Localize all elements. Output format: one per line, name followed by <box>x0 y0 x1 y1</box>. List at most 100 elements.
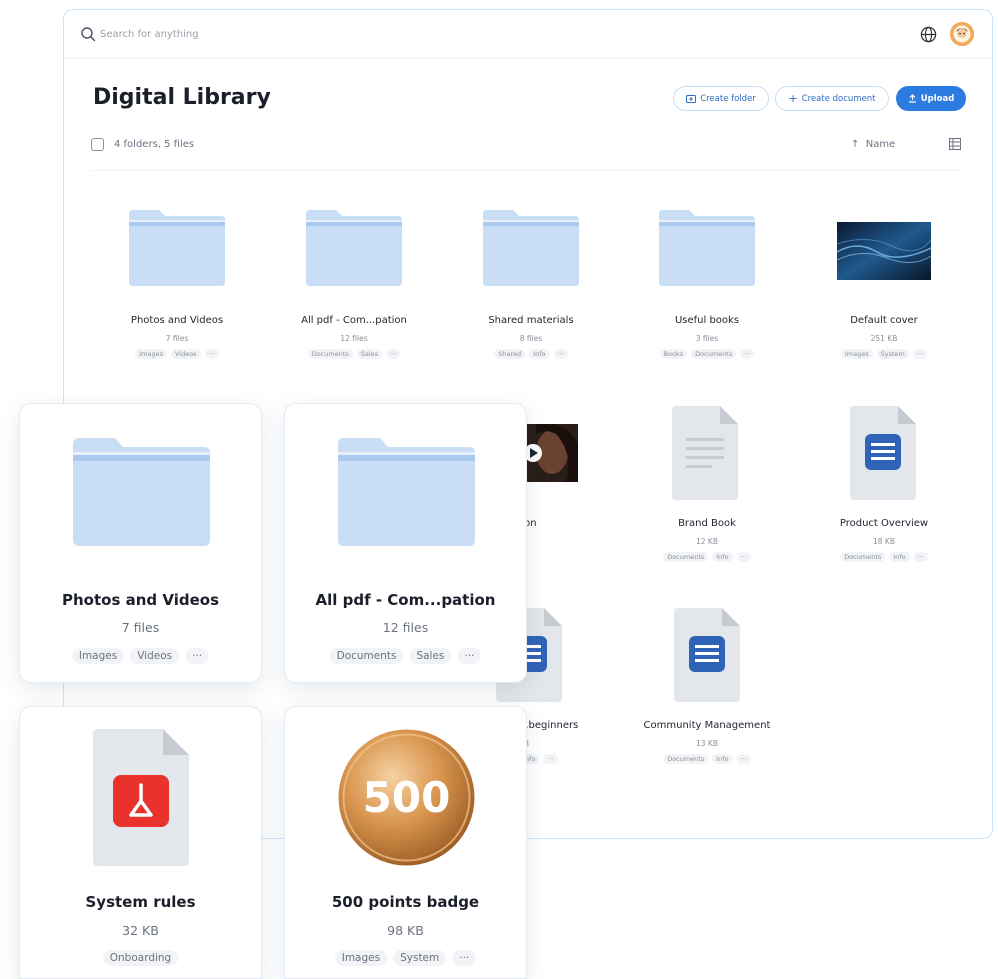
tag[interactable]: Documents <box>663 754 709 764</box>
grid-item[interactable]: Brand Book 12 KB Documents Info ··· <box>622 518 792 562</box>
card-item[interactable]: System rules 32 KB Onboarding <box>19 706 262 979</box>
tag[interactable]: Sales <box>356 349 383 359</box>
item-meta: 12 files <box>340 334 368 343</box>
grid-item[interactable]: Community Management 13 KB Documents Info… <box>622 720 792 764</box>
item-name: Useful books <box>674 315 740 326</box>
more-tags[interactable]: ··· <box>912 349 928 359</box>
item-count: 4 folders, 5 files <box>114 139 195 150</box>
folder-icon <box>73 438 210 546</box>
item-name: All pdf - Com...pation <box>301 315 407 326</box>
tag[interactable]: Images <box>334 950 388 966</box>
card-meta: 12 files <box>382 620 429 635</box>
folder-icon <box>306 210 402 286</box>
tag[interactable]: Images <box>135 349 167 359</box>
stage: Digital Library Create folder + Create d… <box>0 0 998 979</box>
divider <box>91 170 961 171</box>
grid-item[interactable]: Shared materials 8 files Shared Info ··· <box>446 315 616 359</box>
item-meta: 8 files <box>519 334 543 343</box>
more-tags[interactable]: ··· <box>204 349 219 359</box>
tag[interactable]: Info <box>889 552 910 562</box>
card-item[interactable]: 500 500 points badge 98 KB Images System ·… <box>284 706 527 979</box>
tag[interactable]: Info <box>712 552 733 562</box>
more-tags[interactable]: ··· <box>386 349 401 359</box>
tag[interactable]: Videos <box>170 349 201 359</box>
tag[interactable]: System <box>393 950 447 966</box>
folder-icon <box>483 210 579 286</box>
create-document-label: Create document <box>801 93 876 104</box>
item-name: Photos and Videos <box>130 315 224 326</box>
grid-item[interactable]: Product Overview 18 KB Documents Info ··· <box>799 518 969 562</box>
tag[interactable]: System <box>876 349 909 359</box>
more-tags[interactable]: ··· <box>736 552 751 562</box>
arrow-up-icon: ↑ <box>851 139 866 150</box>
item-meta: 3 files <box>695 334 719 343</box>
avatar[interactable] <box>950 22 974 46</box>
tag[interactable]: Documents <box>691 349 737 359</box>
tag[interactable]: Videos <box>130 648 180 664</box>
item-meta: 7 files <box>165 334 189 343</box>
more-tags[interactable]: ··· <box>553 349 568 359</box>
tag[interactable]: Sales <box>409 648 452 664</box>
list-view-icon[interactable] <box>949 138 961 150</box>
item-name: Shared materials <box>488 315 574 326</box>
card-name: System rules <box>85 893 196 911</box>
search-input[interactable] <box>100 24 500 44</box>
sort-control[interactable]: ↑ Name <box>851 139 895 150</box>
item-name: Default cover <box>850 315 918 326</box>
create-document-button[interactable]: + Create document <box>775 86 889 111</box>
document-blue-icon <box>674 608 740 702</box>
grid-item[interactable]: All pdf - Com...pation 12 files Document… <box>269 315 439 359</box>
more-tags[interactable]: ··· <box>736 754 751 764</box>
more-tags[interactable]: ··· <box>457 648 482 664</box>
tag[interactable]: Images <box>840 349 873 359</box>
grid-item[interactable]: Useful books 3 files Books Documents ··· <box>622 315 792 359</box>
tag[interactable]: Documents <box>307 349 353 359</box>
plus-icon: + <box>788 92 798 105</box>
document-blue-icon <box>850 406 916 500</box>
tag[interactable]: Images <box>71 648 125 664</box>
card-name: Photos and Videos <box>62 591 219 609</box>
grid-item[interactable]: Default cover 251 KB Images System ··· <box>799 315 969 359</box>
badge-text: 500 <box>363 773 451 822</box>
grid-item[interactable]: ...beginners KB Info··· <box>519 720 619 764</box>
tag[interactable]: Documents <box>663 552 709 562</box>
card-name: 500 points badge <box>331 893 480 911</box>
card-meta: 7 files <box>121 620 160 635</box>
more-tags[interactable]: ··· <box>543 754 558 764</box>
folder-icon <box>659 210 755 286</box>
top-bar <box>64 10 992 59</box>
card-item[interactable]: All pdf - Com...pation 12 files Document… <box>284 403 527 683</box>
item-meta: 251 KB <box>870 334 898 343</box>
item-name: Community Management <box>643 720 771 731</box>
item-name: Product Overview <box>839 518 929 529</box>
tag[interactable]: Documents <box>840 552 886 562</box>
item-name: Brand Book <box>678 518 736 529</box>
upload-icon <box>908 94 916 103</box>
more-tags[interactable]: ··· <box>185 648 210 664</box>
tag[interactable]: Documents <box>329 648 404 664</box>
upload-label: Upload <box>920 93 955 104</box>
create-folder-button[interactable]: Create folder <box>673 86 769 111</box>
card-meta: 32 KB <box>122 923 159 938</box>
grid-item[interactable]: Photos and Videos 7 files Images Videos ··… <box>92 315 262 359</box>
tag[interactable]: Info <box>529 349 550 359</box>
tag[interactable]: Onboarding <box>102 950 179 966</box>
select-all-checkbox[interactable] <box>91 138 104 151</box>
item-meta: KB <box>519 739 619 748</box>
tag[interactable]: Books <box>659 349 688 359</box>
more-tags[interactable]: ··· <box>740 349 755 359</box>
tag[interactable]: Shared <box>494 349 526 359</box>
tag[interactable]: Info <box>712 754 733 764</box>
folder-icon <box>338 438 475 546</box>
sort-label: Name <box>865 139 896 150</box>
pdf-icon <box>93 729 189 866</box>
item-meta: 18 KB <box>873 537 895 546</box>
upload-button[interactable]: Upload <box>896 86 966 111</box>
globe-icon[interactable] <box>919 25 938 44</box>
more-tags[interactable]: ··· <box>452 950 477 966</box>
item-meta: 12 KB <box>696 537 718 546</box>
folder-icon <box>129 210 225 286</box>
more-tags[interactable]: ··· <box>913 552 928 562</box>
image-thumbnail <box>837 222 931 280</box>
card-item[interactable]: Photos and Videos 7 files Images Videos ··… <box>19 403 262 683</box>
